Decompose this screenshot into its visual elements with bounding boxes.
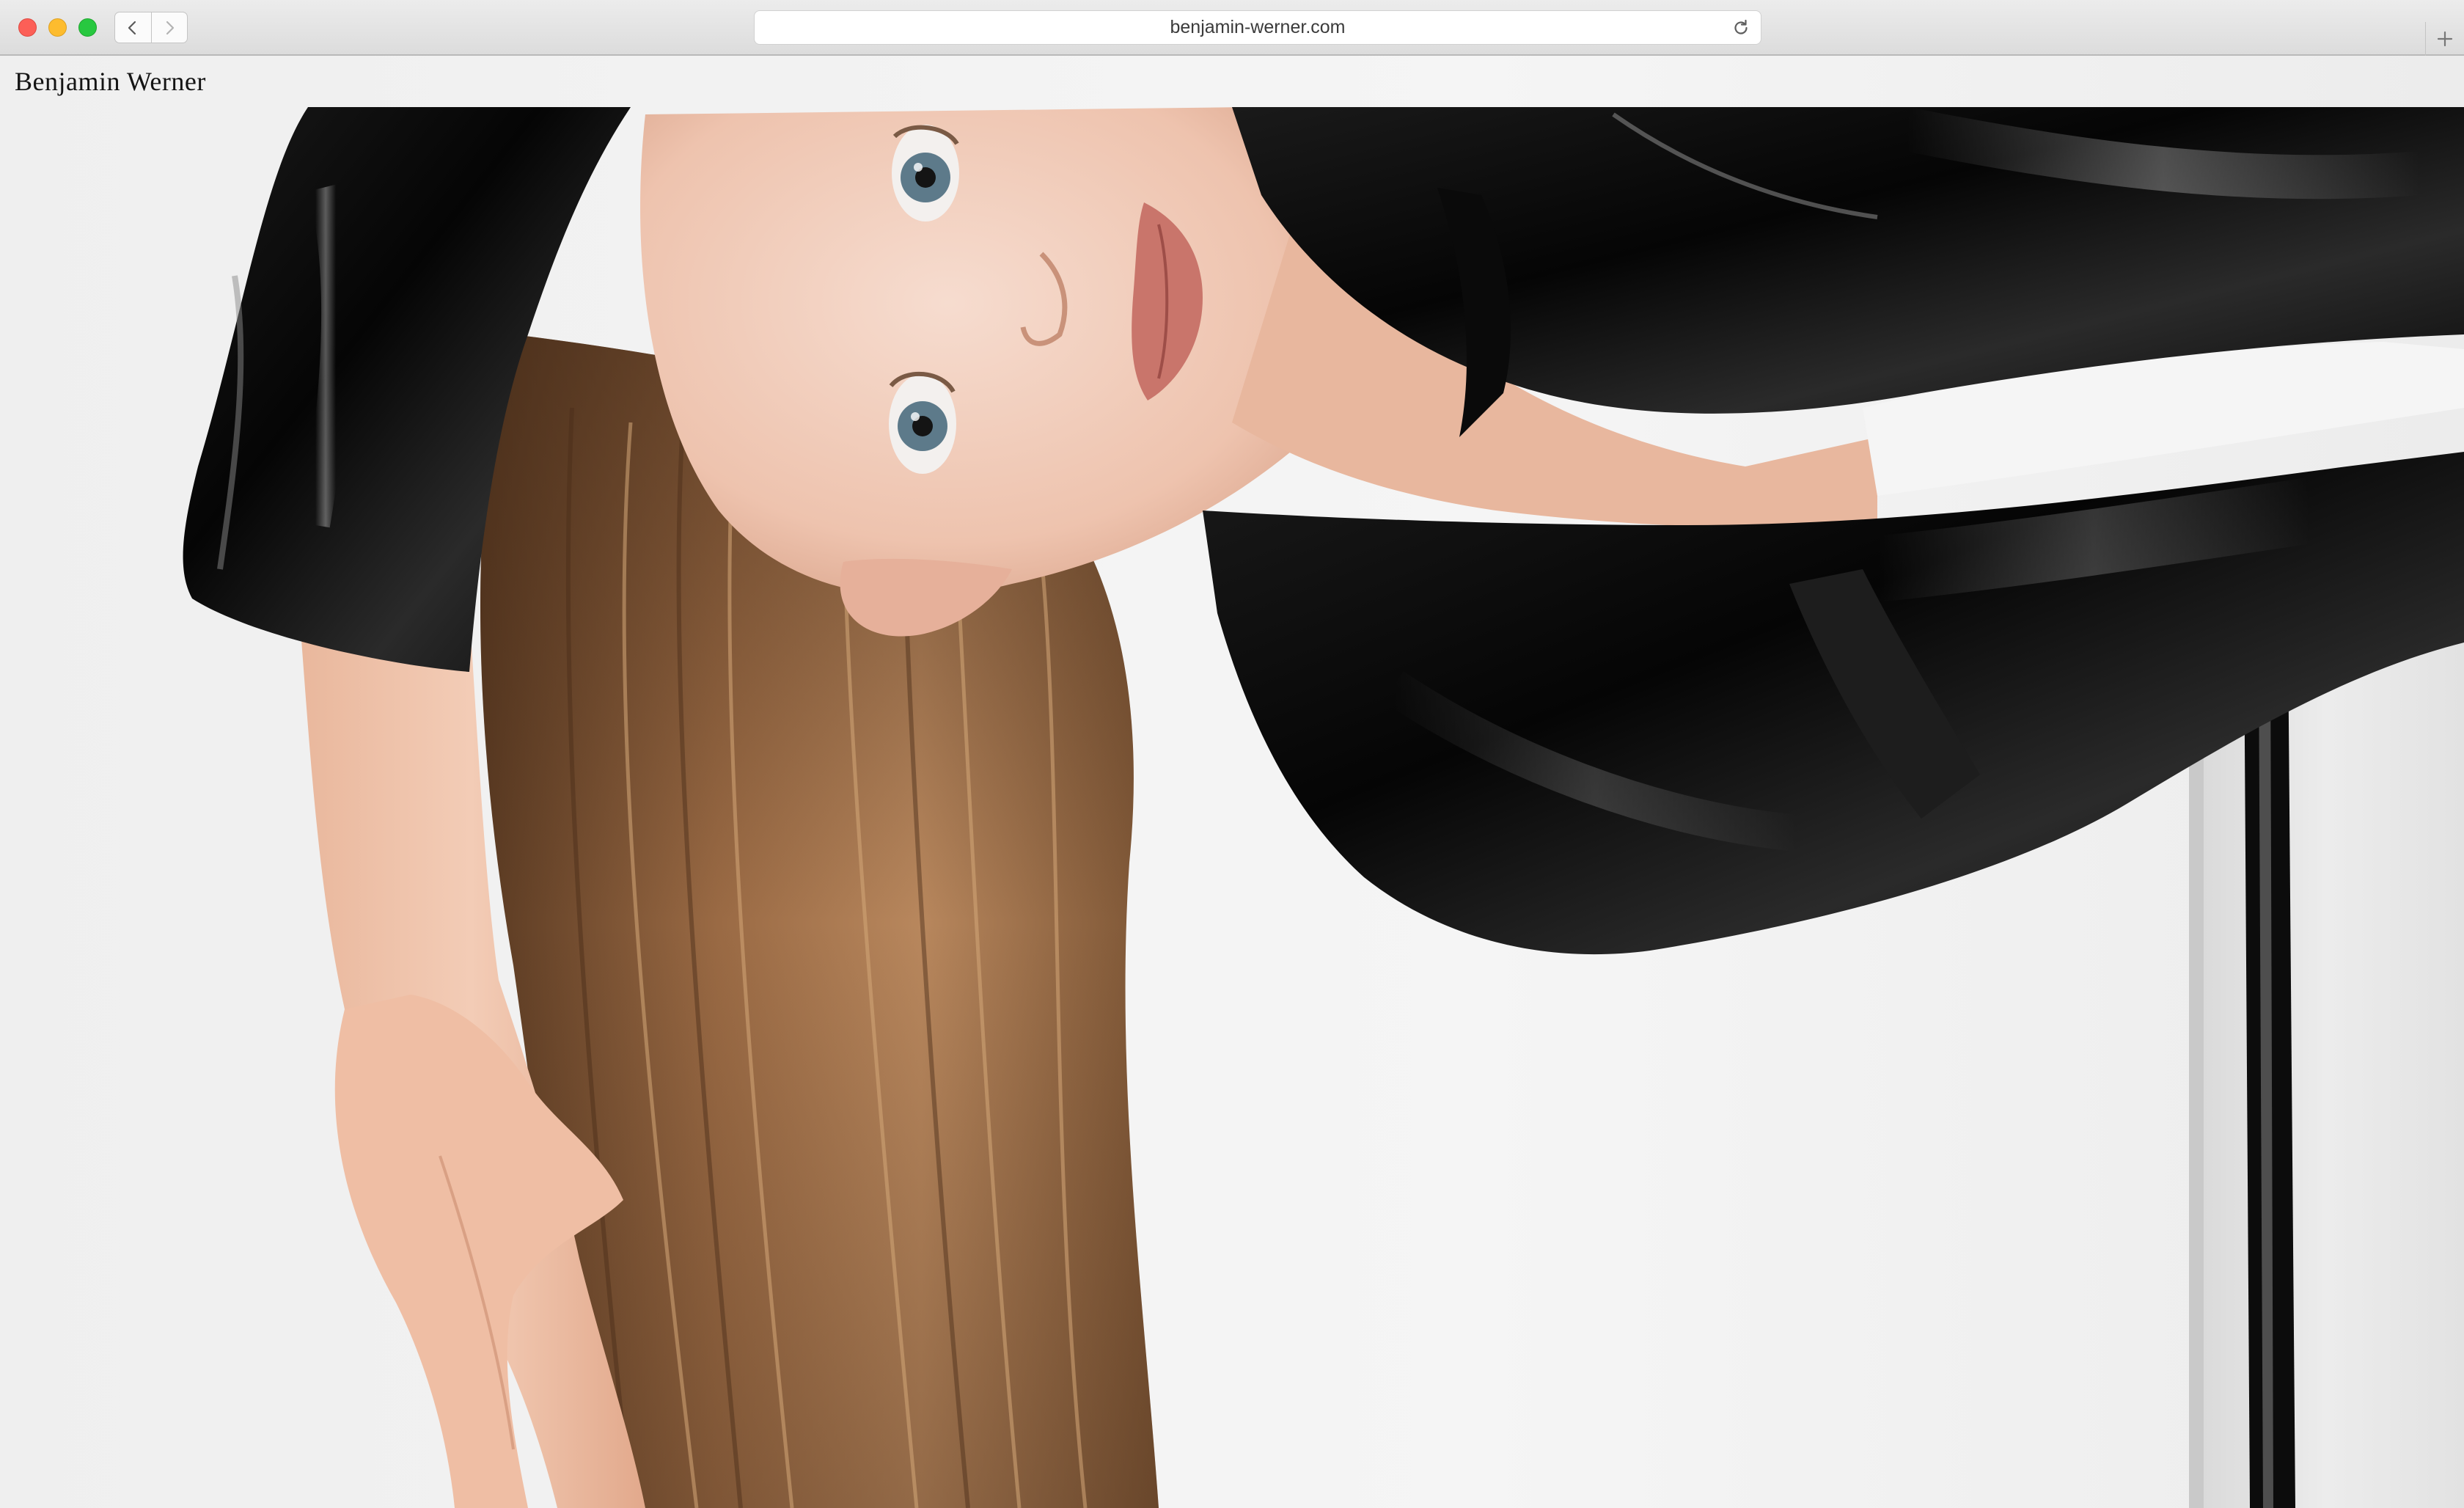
address-bar[interactable]: benjamin-werner.com xyxy=(754,10,1761,45)
chevron-left-icon xyxy=(128,21,136,34)
hero-photo xyxy=(0,56,2464,1508)
forward-button[interactable] xyxy=(150,12,188,43)
minimize-window-button[interactable] xyxy=(48,18,67,37)
browser-toolbar: benjamin-werner.com xyxy=(0,0,2464,56)
maximize-window-button[interactable] xyxy=(78,18,97,37)
navigation-buttons xyxy=(114,12,188,43)
close-window-button[interactable] xyxy=(18,18,37,37)
back-button[interactable] xyxy=(115,12,151,43)
page-content: Benjamin Werner xyxy=(0,56,2464,1508)
plus-icon xyxy=(2437,31,2453,47)
new-tab-button[interactable] xyxy=(2425,22,2464,56)
chevron-right-icon xyxy=(166,21,174,34)
address-url: benjamin-werner.com xyxy=(1170,17,1346,37)
browser-window: benjamin-werner.com Benjamin Werner xyxy=(0,0,2464,1508)
site-title[interactable]: Benjamin Werner xyxy=(15,66,206,97)
reload-icon[interactable] xyxy=(1731,18,1750,37)
